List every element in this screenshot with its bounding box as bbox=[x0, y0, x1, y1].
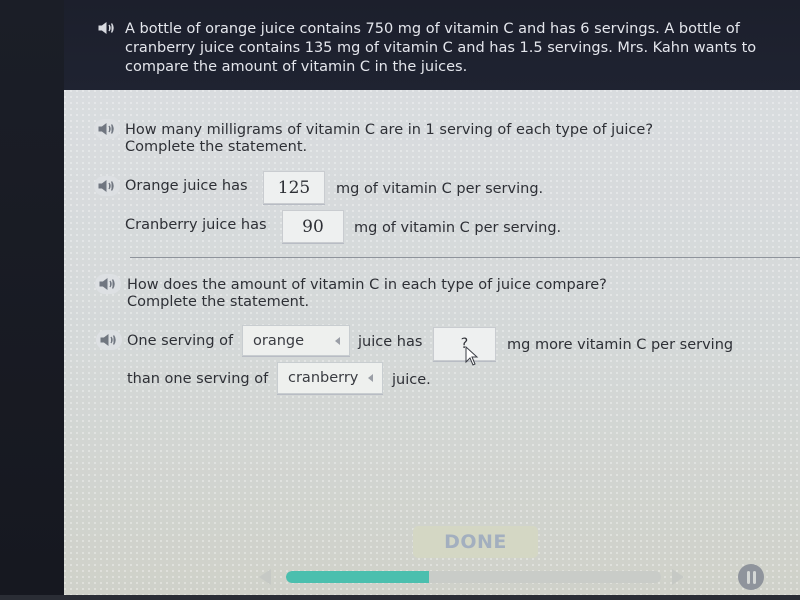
speaker-icon bbox=[98, 180, 114, 192]
part1-statement-audio-button[interactable] bbox=[94, 176, 120, 196]
part2-instruction: Complete the statement. bbox=[127, 294, 310, 310]
dropdown-arrow-icon bbox=[335, 336, 340, 345]
mouse-cursor-icon bbox=[465, 346, 479, 366]
dropdown-1-value: orange bbox=[253, 332, 305, 349]
next-arrow-icon[interactable] bbox=[672, 569, 684, 585]
cranberry-statement-prefix: Cranberry juice has bbox=[125, 217, 267, 233]
pause-icon-bar bbox=[746, 570, 750, 584]
part2-question-audio-button[interactable] bbox=[95, 274, 121, 294]
orange-per-serving-input[interactable]: 125 bbox=[263, 171, 325, 204]
progress-bar bbox=[286, 571, 661, 583]
section-divider bbox=[130, 257, 800, 258]
comparison-middle: juice has bbox=[358, 334, 423, 350]
speaker-icon bbox=[98, 123, 114, 135]
previous-arrow-icon[interactable] bbox=[259, 569, 271, 585]
juice-type-dropdown-1[interactable]: orange bbox=[242, 325, 350, 356]
progress-bar-fill bbox=[286, 571, 429, 583]
comparison-prefix: One serving of bbox=[127, 333, 234, 349]
cranberry-per-serving-input[interactable]: 90 bbox=[282, 210, 344, 243]
screen-bottom-edge bbox=[0, 595, 800, 600]
orange-statement-prefix: Orange juice has bbox=[125, 178, 248, 194]
comparison-suffix: mg more vitamin C per serving bbox=[507, 337, 734, 353]
orange-statement-suffix: mg of vitamin C per serving. bbox=[336, 181, 544, 197]
problem-intro-text: A bottle of orange juice contains 750 mg… bbox=[125, 21, 757, 75]
part1-instruction: Complete the statement. bbox=[125, 139, 308, 155]
speaker-icon bbox=[99, 278, 115, 290]
comparison-line2-suffix: juice. bbox=[392, 372, 431, 388]
dropdown-2-value: cranberry bbox=[288, 370, 359, 386]
pause-icon-bar bbox=[752, 570, 756, 584]
dropdown-arrow-icon bbox=[368, 374, 373, 382]
speaker-icon bbox=[100, 334, 116, 346]
cranberry-statement-suffix: mg of vitamin C per serving. bbox=[354, 220, 562, 236]
intro-audio-button[interactable] bbox=[96, 20, 118, 36]
part2-statement-audio-button[interactable] bbox=[96, 330, 122, 350]
juice-type-dropdown-2[interactable]: cranberry bbox=[277, 362, 383, 394]
speaker-icon bbox=[98, 22, 114, 34]
done-button[interactable]: DONE bbox=[413, 526, 538, 558]
part1-question-audio-button[interactable] bbox=[94, 119, 120, 139]
pause-button[interactable] bbox=[738, 564, 764, 590]
comparison-line2-prefix: than one serving of bbox=[127, 371, 269, 387]
screen-left-edge bbox=[0, 0, 64, 600]
